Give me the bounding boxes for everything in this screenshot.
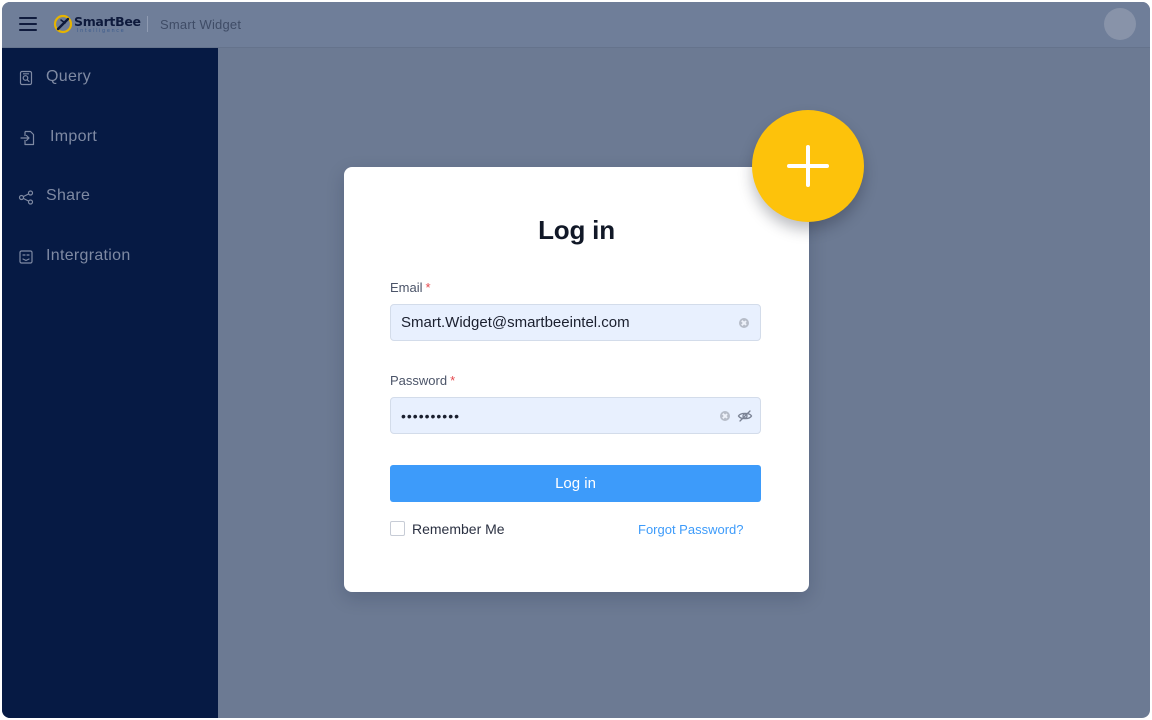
app-name: Smart Widget	[160, 17, 242, 32]
password-label-text: Password	[390, 373, 448, 388]
remember-me-checkbox[interactable]	[390, 521, 405, 536]
remember-me-label[interactable]: Remember Me	[412, 521, 505, 537]
logo[interactable]: SmartBee Intelligence	[53, 12, 141, 38]
sidebar-item-label: Share	[46, 187, 91, 204]
login-button[interactable]: Log in	[390, 465, 761, 502]
sidebar-item-import[interactable]: Import	[2, 118, 218, 158]
password-label: Password *	[390, 373, 455, 388]
login-dialog: Log in Email* Password* Log in Remember …	[344, 167, 809, 592]
add-button[interactable]	[752, 110, 864, 222]
share-icon	[18, 190, 34, 205]
eye-off-icon[interactable]	[737, 408, 753, 424]
sidebar-item-label: Intergration	[46, 247, 131, 264]
app-window: SmartBee Intelligence Smart Widget Query…	[2, 2, 1150, 718]
clear-icon[interactable]	[720, 411, 730, 421]
bee-logo-icon	[53, 14, 73, 34]
email-label-text: Email	[390, 280, 423, 295]
required-mark: *	[450, 373, 456, 388]
logo-name: SmartBee	[74, 14, 141, 29]
avatar[interactable]	[1104, 8, 1136, 40]
logo-subtitle: Intelligence	[77, 28, 126, 34]
forgot-password-link[interactable]: Forgot Password?	[638, 522, 744, 537]
email-label: Email *	[390, 280, 431, 295]
sidebar-item-share[interactable]: Share	[2, 177, 218, 217]
email-field-wrapper	[390, 304, 761, 341]
top-bar: SmartBee Intelligence Smart Widget	[2, 2, 1150, 48]
clear-icon[interactable]	[739, 318, 749, 328]
sidebar-item-query[interactable]: Query	[2, 58, 218, 98]
integration-icon	[19, 250, 33, 264]
file-import-icon	[20, 130, 35, 146]
email-field[interactable]	[401, 305, 721, 340]
password-field-wrapper	[390, 397, 761, 434]
sidebar-item-integration[interactable]: Intergration	[2, 237, 218, 277]
sidebar-item-label: Query	[46, 68, 92, 85]
required-mark: *	[425, 280, 431, 295]
password-field[interactable]	[401, 398, 721, 433]
menu-icon[interactable]	[19, 16, 37, 32]
document-search-icon	[19, 70, 33, 86]
dialog-title: Log in	[538, 215, 615, 245]
sidebar: Query Import Share Intergration	[2, 48, 218, 718]
sidebar-item-label: Import	[50, 128, 98, 145]
header-divider	[147, 16, 148, 32]
